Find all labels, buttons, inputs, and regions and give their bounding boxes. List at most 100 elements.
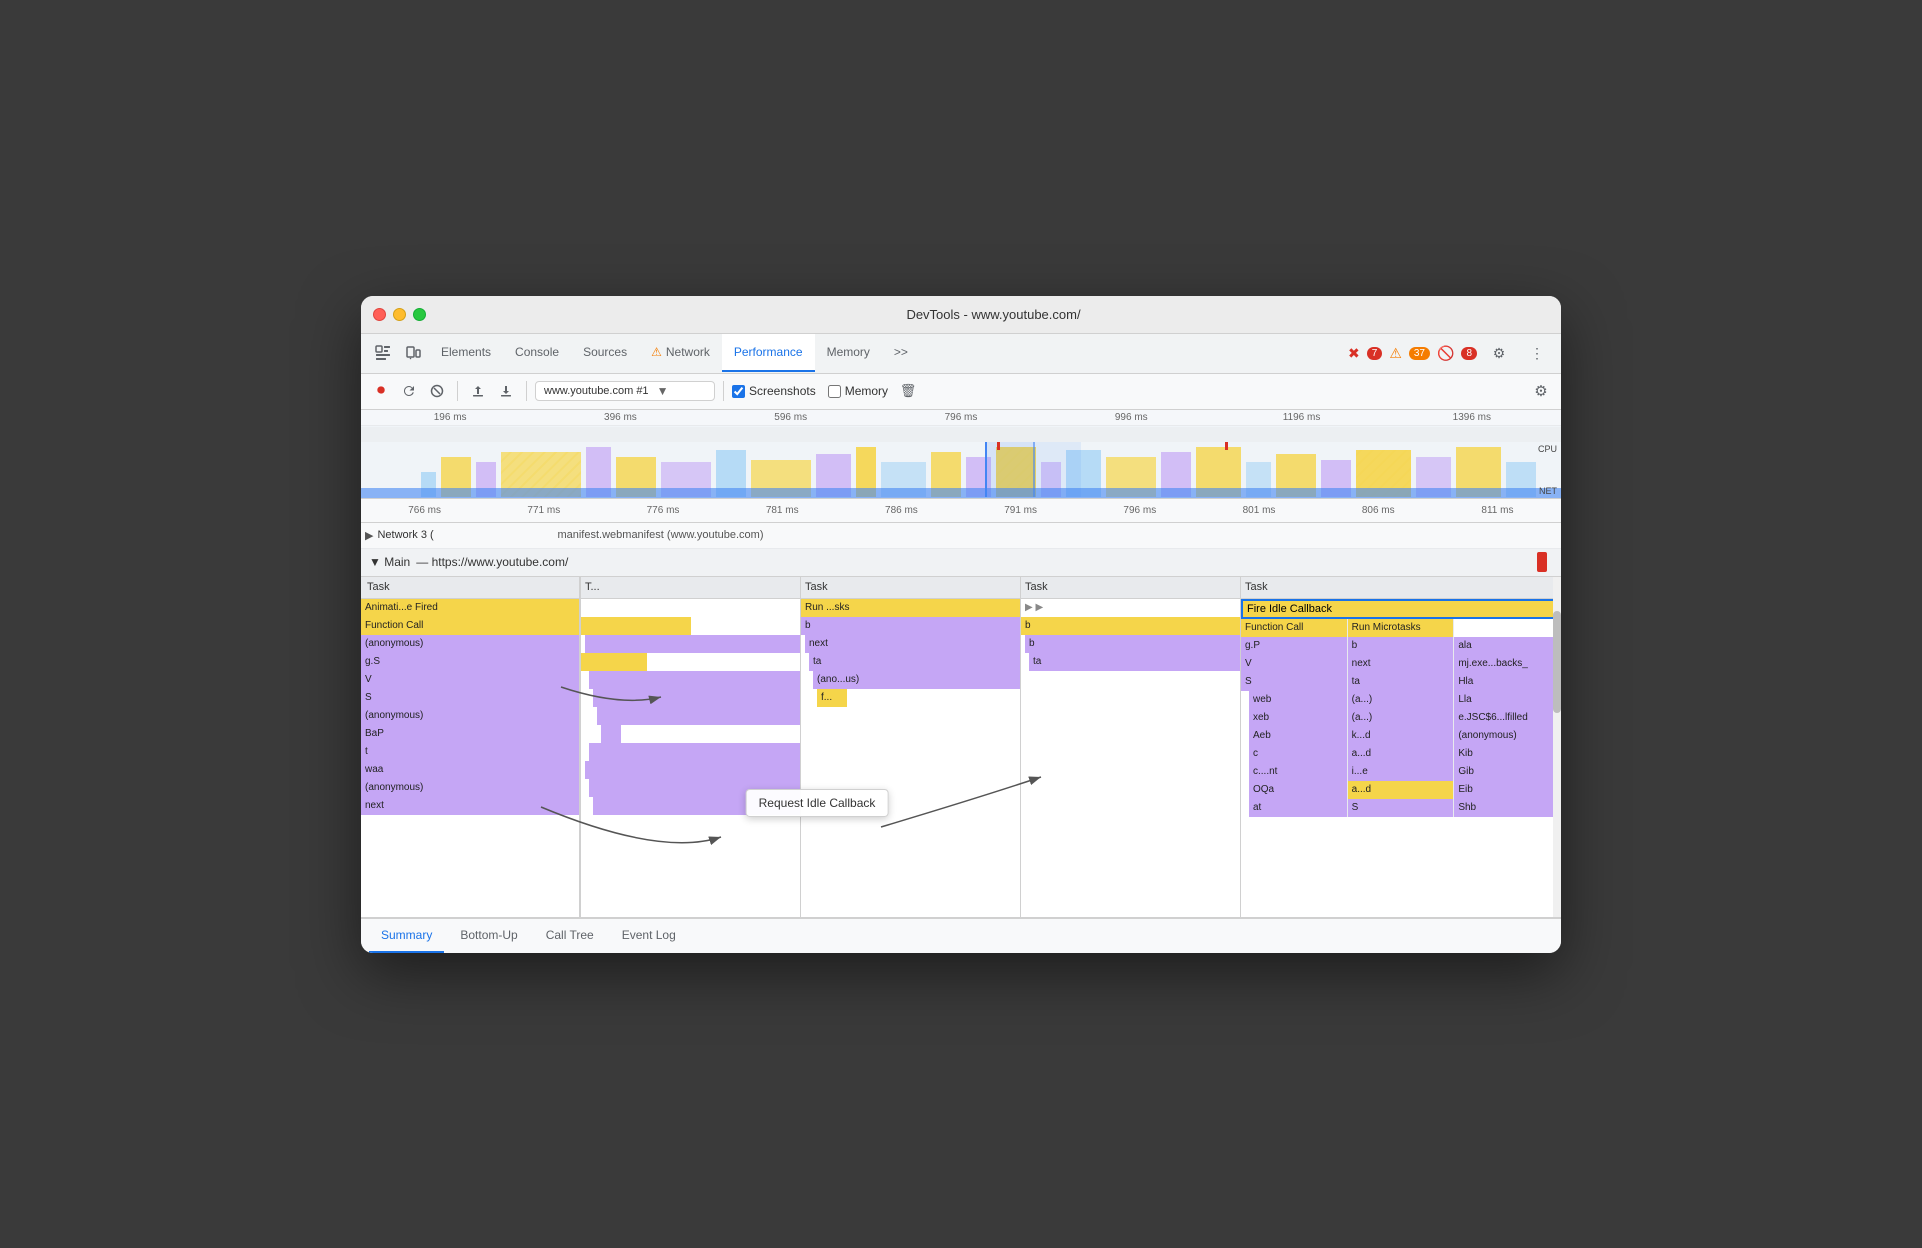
- inspector-icon[interactable]: [369, 339, 397, 367]
- fc2-run[interactable]: Run ...sks: [801, 599, 1020, 617]
- clean-button[interactable]: 🗑: [896, 379, 920, 403]
- screenshots-checkbox-label[interactable]: Screenshots: [732, 384, 816, 398]
- left-row-next[interactable]: next: [361, 797, 579, 815]
- tab-performance[interactable]: Performance: [722, 334, 815, 372]
- fc4-s2-ie[interactable]: i...e: [1348, 763, 1454, 781]
- left-row-functioncall[interactable]: Function Call: [361, 617, 579, 635]
- fc4-s2-b[interactable]: b: [1348, 637, 1454, 655]
- fc4-s2-ad2[interactable]: a...d: [1348, 781, 1454, 799]
- fc2-ta[interactable]: ta: [809, 653, 1020, 671]
- tab-event-log[interactable]: Event Log: [610, 919, 688, 953]
- fc1-r2[interactable]: [581, 617, 691, 635]
- timeline-overview[interactable]: 196 ms 396 ms 596 ms 796 ms 996 ms 1196 …: [361, 410, 1561, 499]
- fc4-s3-eib[interactable]: Eib: [1454, 781, 1561, 799]
- fc1-r10[interactable]: [585, 761, 800, 779]
- fc4-s1-s[interactable]: S: [1241, 673, 1347, 691]
- left-row-anonymous2[interactable]: (anonymous): [361, 707, 579, 725]
- fc4-s3-lla[interactable]: Lla: [1454, 691, 1561, 709]
- fc1-r1[interactable]: [581, 599, 800, 617]
- fc3-b[interactable]: b: [1021, 617, 1240, 635]
- fc1-r5[interactable]: [589, 671, 800, 689]
- left-row-t[interactable]: t: [361, 743, 579, 761]
- fc4-s2-a2[interactable]: (a...): [1348, 709, 1454, 727]
- download-button[interactable]: [494, 379, 518, 403]
- fc4-s2-ad[interactable]: a...d: [1348, 745, 1454, 763]
- fc4-s2-kd[interactable]: k...d: [1348, 727, 1454, 745]
- fc2-next[interactable]: next: [805, 635, 1020, 653]
- flame-right-panel[interactable]: T...: [581, 577, 1561, 917]
- settings-icon[interactable]: ⚙: [1485, 339, 1513, 367]
- left-row-animationfired[interactable]: Animati...e Fired: [361, 599, 579, 617]
- record-button[interactable]: ⏺: [369, 379, 393, 403]
- screenshots-checkbox[interactable]: [732, 385, 745, 398]
- tab-bottom-up[interactable]: Bottom-Up: [448, 919, 529, 953]
- left-row-v[interactable]: V: [361, 671, 579, 689]
- scrollbar-thumb[interactable]: [1553, 611, 1561, 713]
- minimize-button[interactable]: [393, 308, 406, 321]
- fc1-r13[interactable]: [581, 815, 800, 833]
- fc4-s3-hla[interactable]: Hla: [1454, 673, 1561, 691]
- fc4-s3-anon[interactable]: (anonymous): [1454, 727, 1561, 745]
- fc1-r3[interactable]: [585, 635, 800, 653]
- tab-console[interactable]: Console: [503, 334, 571, 372]
- network-row[interactable]: ▶ Network 3 ( manifest.webmanifest (www.…: [361, 523, 1561, 549]
- left-row-s[interactable]: S: [361, 689, 579, 707]
- fc3-b2[interactable]: b: [1025, 635, 1240, 653]
- fc2-anous[interactable]: (ano...us): [813, 671, 1020, 689]
- fc4-s1-cnt[interactable]: c....nt: [1249, 763, 1347, 781]
- fc2-f[interactable]: f...: [817, 689, 847, 707]
- network-expand-icon[interactable]: ▶: [365, 529, 373, 542]
- scrollbar-track[interactable]: [1553, 577, 1561, 917]
- tab-memory[interactable]: Memory: [815, 334, 882, 372]
- more-icon[interactable]: ⋮: [1523, 339, 1551, 367]
- fc4-s1-v[interactable]: V: [1241, 655, 1347, 673]
- memory-checkbox-label[interactable]: Memory: [828, 384, 888, 398]
- fc4-s1-gp[interactable]: g.P: [1241, 637, 1347, 655]
- toolbar-settings-icon[interactable]: ⚙: [1529, 379, 1553, 403]
- fc1-r4[interactable]: [581, 653, 647, 671]
- maximize-button[interactable]: [413, 308, 426, 321]
- fc4-s3-kib[interactable]: Kib: [1454, 745, 1561, 763]
- left-row-bap[interactable]: BaP: [361, 725, 579, 743]
- tab-elements[interactable]: Elements: [429, 334, 503, 372]
- fc4-s3-shb[interactable]: Shb: [1454, 799, 1561, 817]
- fc1-r7[interactable]: [597, 707, 800, 725]
- fc4-fire-idle[interactable]: Fire Idle Callback: [1241, 599, 1561, 619]
- fc4-s1-xeb[interactable]: xeb: [1249, 709, 1347, 727]
- upload-button[interactable]: [466, 379, 490, 403]
- fc4-s1-c[interactable]: c: [1249, 745, 1347, 763]
- fc4-s1-web[interactable]: web: [1249, 691, 1347, 709]
- fc1-r11[interactable]: [589, 779, 800, 797]
- fc4-s2-run[interactable]: Run Microtasks: [1348, 619, 1454, 637]
- memory-checkbox[interactable]: [828, 385, 841, 398]
- fc2-b[interactable]: b: [801, 617, 1020, 635]
- tab-network[interactable]: ⚠ Network: [639, 334, 722, 372]
- main-thread-header[interactable]: ▼ Main — https://www.youtube.com/: [361, 549, 1561, 577]
- left-row-anonymous3[interactable]: (anonymous): [361, 779, 579, 797]
- fc4-s1-oqa[interactable]: OQa: [1249, 781, 1347, 799]
- tab-summary[interactable]: Summary: [369, 919, 444, 953]
- fc4-s3-ejsc[interactable]: e.JSC$6...lfilled: [1454, 709, 1561, 727]
- left-row-gs[interactable]: g.S: [361, 653, 579, 671]
- tab-call-tree[interactable]: Call Tree: [534, 919, 606, 953]
- device-icon[interactable]: [399, 339, 427, 367]
- tab-more[interactable]: >>: [882, 334, 920, 372]
- fc1-r9[interactable]: [589, 743, 800, 761]
- fc1-r6[interactable]: [593, 689, 800, 707]
- fc1-r12[interactable]: [593, 797, 800, 815]
- left-row-waa[interactable]: waa: [361, 761, 579, 779]
- reload-button[interactable]: [397, 379, 421, 403]
- fc4-s1-aeb[interactable]: Aeb: [1249, 727, 1347, 745]
- fc4-s2-next[interactable]: next: [1348, 655, 1454, 673]
- fc4-s2-s[interactable]: S: [1348, 799, 1454, 817]
- url-select-container[interactable]: www.youtube.com #1 ▼: [535, 381, 715, 401]
- left-row-anonymous1[interactable]: (anonymous): [361, 635, 579, 653]
- tab-sources[interactable]: Sources: [571, 334, 639, 372]
- fc4-s1-function[interactable]: Function Call: [1241, 619, 1347, 637]
- fc4-s3-mj[interactable]: mj.exe...backs_: [1454, 655, 1561, 673]
- close-button[interactable]: [373, 308, 386, 321]
- clear-button[interactable]: [425, 379, 449, 403]
- fc3-ta[interactable]: ta: [1029, 653, 1240, 671]
- fc4-s2-ta[interactable]: ta: [1348, 673, 1454, 691]
- fc1-r8[interactable]: [601, 725, 621, 743]
